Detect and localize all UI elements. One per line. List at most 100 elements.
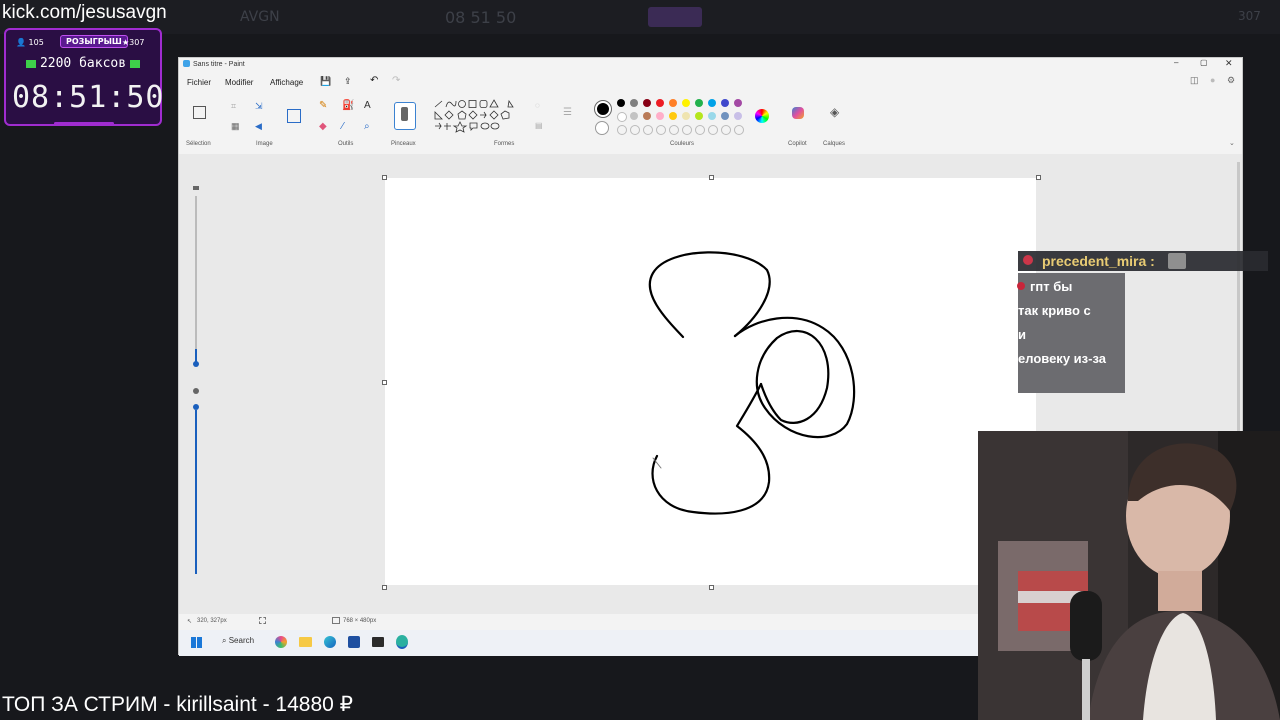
share-icon[interactable]: ⇪: [344, 76, 352, 87]
palette-swatch[interactable]: [643, 125, 653, 135]
canvas-handle[interactable]: [709, 585, 714, 590]
store-icon[interactable]: [348, 636, 360, 648]
terminal-icon[interactable]: [372, 637, 384, 647]
chat-line: гпт бы: [1030, 279, 1073, 294]
drawing-canvas[interactable]: [385, 178, 1036, 585]
canvas-handle[interactable]: [1036, 175, 1041, 180]
palette-swatch[interactable]: [669, 125, 679, 135]
canvas-handle[interactable]: [382, 585, 387, 590]
notification-icon[interactable]: ◫: [1190, 75, 1199, 86]
crop-icon[interactable]: ⌗: [231, 101, 236, 112]
menu-edit[interactable]: Modifier: [225, 78, 253, 87]
settings-gear-icon[interactable]: ⚙: [1227, 75, 1235, 86]
menu-file[interactable]: Fichier: [187, 78, 211, 87]
bg-count: 307: [1238, 9, 1261, 23]
copilot-icon[interactable]: [792, 107, 804, 119]
vertical-scrollbar[interactable]: [1237, 162, 1240, 432]
size-slider-track[interactable]: [195, 196, 197, 366]
countdown-clock: 08:51:50: [12, 80, 165, 115]
size-slider-thumb[interactable]: [193, 361, 199, 367]
undo-icon[interactable]: ↶: [370, 75, 378, 86]
chat-username: precedent_mira :: [1042, 253, 1155, 269]
user-badge-icon: [1023, 255, 1033, 265]
shape-outline-icon[interactable]: ◌: [535, 101, 540, 110]
palette-swatch[interactable]: [721, 125, 731, 135]
palette-swatch[interactable]: [695, 112, 703, 120]
palette-swatch[interactable]: [734, 125, 744, 135]
palette-swatch[interactable]: [708, 99, 716, 107]
palette-swatch[interactable]: [695, 99, 703, 107]
stars-count: ★307: [122, 38, 145, 47]
palette-row-custom: [617, 125, 747, 135]
palette-swatch[interactable]: [656, 99, 664, 107]
copilot-taskbar-icon[interactable]: [275, 636, 287, 648]
palette-swatch[interactable]: [682, 112, 690, 120]
chat-line: еловеку из-за: [1018, 351, 1106, 366]
palette-swatch[interactable]: [630, 112, 638, 120]
palette-swatch[interactable]: [682, 99, 690, 107]
palette-swatch[interactable]: [643, 99, 651, 107]
eraser-icon[interactable]: ◆: [319, 121, 327, 132]
brush-selector[interactable]: [394, 102, 416, 130]
palette-swatch[interactable]: [669, 99, 677, 107]
taskbar-search[interactable]: ⌕ Search: [222, 636, 254, 646]
giveaway-label: РОЗЫГРЫШ: [60, 35, 128, 48]
menu-view[interactable]: Affichage: [270, 78, 303, 87]
minimize-button[interactable]: –: [1174, 58, 1178, 67]
palette-swatch[interactable]: [734, 112, 742, 120]
palette-swatch[interactable]: [643, 112, 651, 120]
color-1-swatch[interactable]: [595, 101, 611, 117]
color-picker-icon[interactable]: ⁄: [342, 121, 344, 132]
shape-fill-icon[interactable]: ▤: [535, 121, 543, 130]
palette-swatch[interactable]: [734, 99, 742, 107]
palette-swatch[interactable]: [656, 125, 666, 135]
maximize-button[interactable]: ▢: [1200, 58, 1208, 67]
opacity-icon: [193, 388, 199, 394]
canvas-handle[interactable]: [382, 175, 387, 180]
slider-top-handle[interactable]: [193, 186, 199, 190]
palette-swatch[interactable]: [630, 99, 638, 107]
file-explorer-icon[interactable]: [299, 637, 312, 647]
shapes-gallery[interactable]: [433, 99, 519, 137]
opacity-slider-fill[interactable]: [195, 410, 197, 574]
canvas-handle[interactable]: [709, 175, 714, 180]
palette-swatch[interactable]: [682, 125, 692, 135]
palette-swatch[interactable]: [630, 125, 640, 135]
stroke-size-icon[interactable]: ☰: [563, 107, 572, 118]
widget-underline: [54, 122, 114, 125]
magnifier-icon[interactable]: ⌕: [364, 121, 370, 132]
palette-swatch[interactable]: [669, 112, 677, 120]
palette-swatch[interactable]: [708, 125, 718, 135]
palette-swatch[interactable]: [617, 112, 627, 122]
canvas-handle[interactable]: [382, 380, 387, 385]
group-label-brushes: Pinceaux: [391, 141, 416, 147]
rotate-icon[interactable]: ◀: [255, 121, 262, 132]
palette-swatch[interactable]: [617, 99, 625, 107]
redo-icon[interactable]: ↷: [392, 75, 400, 86]
ribbon-collapse-icon[interactable]: ⌄: [1229, 139, 1235, 147]
select-rectangle-icon[interactable]: [193, 106, 206, 119]
pencil-icon[interactable]: ✎: [319, 100, 327, 111]
palette-swatch[interactable]: [617, 125, 627, 135]
palette-row-2: [617, 112, 747, 122]
stars-value: 307: [129, 38, 145, 47]
save-icon[interactable]: 💾: [320, 76, 331, 87]
layers-icon[interactable]: ◈: [830, 105, 839, 119]
account-icon[interactable]: ●: [1210, 75, 1215, 85]
edge-browser-icon[interactable]: [324, 636, 336, 648]
palette-swatch[interactable]: [721, 112, 729, 120]
paint-taskbar-icon[interactable]: [396, 635, 408, 649]
resize-icon[interactable]: ⇲: [255, 101, 263, 112]
text-tool-icon[interactable]: A: [364, 100, 371, 111]
palette-swatch[interactable]: [708, 112, 716, 120]
close-button[interactable]: ✕: [1225, 58, 1233, 69]
fill-bucket-icon[interactable]: ⛽: [342, 100, 354, 111]
windows-start-icon[interactable]: [191, 637, 202, 648]
edit-colors-icon[interactable]: [755, 109, 769, 123]
palette-swatch[interactable]: [721, 99, 729, 107]
image-select-icon[interactable]: [287, 109, 301, 123]
color-2-swatch[interactable]: [595, 121, 609, 135]
palette-swatch[interactable]: [656, 112, 664, 120]
image-background-icon[interactable]: ▦: [231, 121, 240, 132]
palette-swatch[interactable]: [695, 125, 705, 135]
